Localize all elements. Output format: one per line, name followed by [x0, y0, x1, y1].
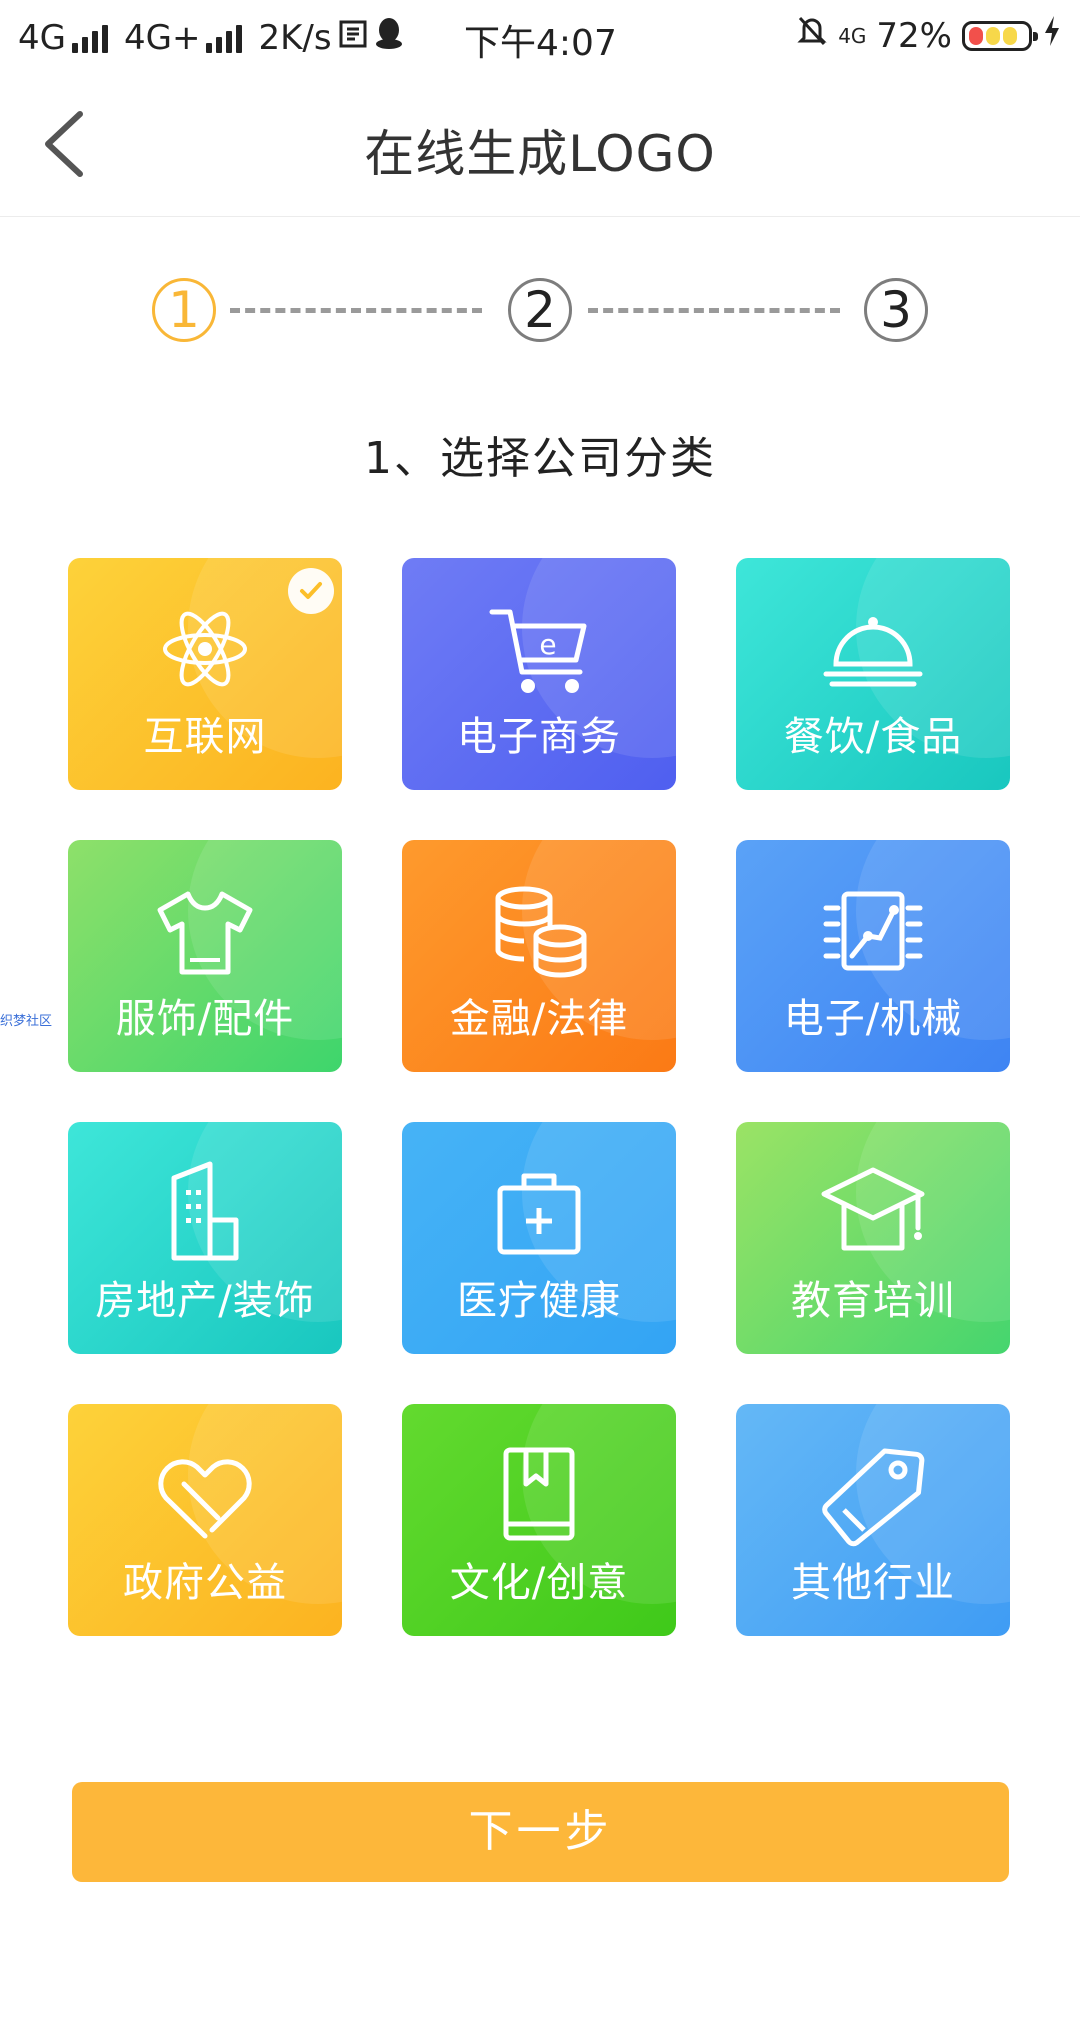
nav-bar: 在线生成LOGO	[0, 74, 1080, 217]
category-tile-finance[interactable]: 金融/法律	[402, 840, 676, 1072]
category-label: 政府公益	[123, 1560, 287, 1606]
category-tile-internet[interactable]: 互联网	[68, 558, 342, 790]
status-right: 4G 72%	[796, 14, 1062, 57]
tshirt-icon	[68, 876, 342, 986]
category-tile-medical[interactable]: 医疗健康	[402, 1122, 676, 1354]
step-connector	[230, 308, 482, 313]
category-tile-education[interactable]: 教育培训	[736, 1122, 1010, 1354]
category-tile-real-estate[interactable]: 房地产/装饰	[68, 1122, 342, 1354]
step-3: 3	[864, 278, 928, 342]
category-tile-food[interactable]: 餐饮/食品	[736, 558, 1010, 790]
qq-icon	[374, 16, 404, 59]
book-icon	[402, 1440, 676, 1550]
app-notification-icon	[338, 18, 368, 58]
tag-icon	[736, 1440, 1010, 1550]
status-left: 4G 4G+ 2K/s	[18, 16, 404, 59]
category-label: 文化/创意	[449, 1560, 629, 1606]
network-type-2: 4G+	[123, 17, 201, 58]
category-label: 金融/法律	[449, 996, 629, 1042]
category-label: 其他行业	[791, 1560, 955, 1606]
graduation-cap-icon	[736, 1158, 1010, 1268]
category-label: 服饰/配件	[115, 996, 295, 1042]
food-cloche-icon	[736, 594, 1010, 704]
category-label: 教育培训	[791, 1278, 955, 1324]
category-tile-other[interactable]: 其他行业	[736, 1404, 1010, 1636]
signal-icon	[71, 23, 108, 53]
category-tile-ecommerce[interactable]: e 电子商务	[402, 558, 676, 790]
status-time: 下午4:07	[464, 23, 617, 64]
page-title: 在线生成LOGO	[364, 125, 716, 183]
category-label: 房地产/装饰	[95, 1278, 315, 1324]
category-tile-government[interactable]: 政府公益	[68, 1404, 342, 1636]
step-connector	[588, 308, 840, 313]
coins-icon	[402, 876, 676, 986]
step-2: 2	[508, 278, 572, 342]
mute-bell-icon	[796, 14, 828, 57]
category-label: 互联网	[143, 714, 267, 760]
section-title: 1、选择公司分类	[364, 433, 716, 484]
status-bar: 4G 4G+ 2K/s 下午4:07 4G 72%	[0, 0, 1080, 74]
step-1: 1	[152, 278, 216, 342]
battery-icon	[962, 20, 1038, 51]
circuit-chip-icon	[736, 876, 1010, 986]
network-type-3: 4G	[838, 23, 867, 48]
network-speed: 2K/s	[258, 17, 332, 58]
category-tile-apparel[interactable]: 服饰/配件	[68, 840, 342, 1072]
stepper: 1 2 3	[0, 270, 1080, 350]
battery-percent: 72%	[876, 15, 952, 56]
charging-icon	[1042, 14, 1062, 57]
category-label: 电子商务	[457, 714, 621, 760]
network-type-1: 4G	[18, 17, 66, 58]
next-step-button[interactable]: 下一步	[72, 1782, 1009, 1882]
signal-icon	[206, 23, 243, 53]
category-label: 医疗健康	[457, 1278, 621, 1324]
category-tile-culture[interactable]: 文化/创意	[402, 1404, 676, 1636]
heart-icon	[68, 1440, 342, 1550]
shopping-cart-icon: e	[402, 594, 676, 704]
category-label: 餐饮/食品	[783, 714, 963, 760]
medical-kit-icon	[402, 1158, 676, 1268]
category-tile-electronics[interactable]: 电子/机械	[736, 840, 1010, 1072]
category-label: 电子/机械	[783, 996, 963, 1042]
svg-text:e: e	[539, 628, 556, 661]
check-icon	[288, 568, 334, 614]
side-watermark: 织梦社区	[0, 1014, 53, 1029]
building-icon	[68, 1158, 342, 1268]
